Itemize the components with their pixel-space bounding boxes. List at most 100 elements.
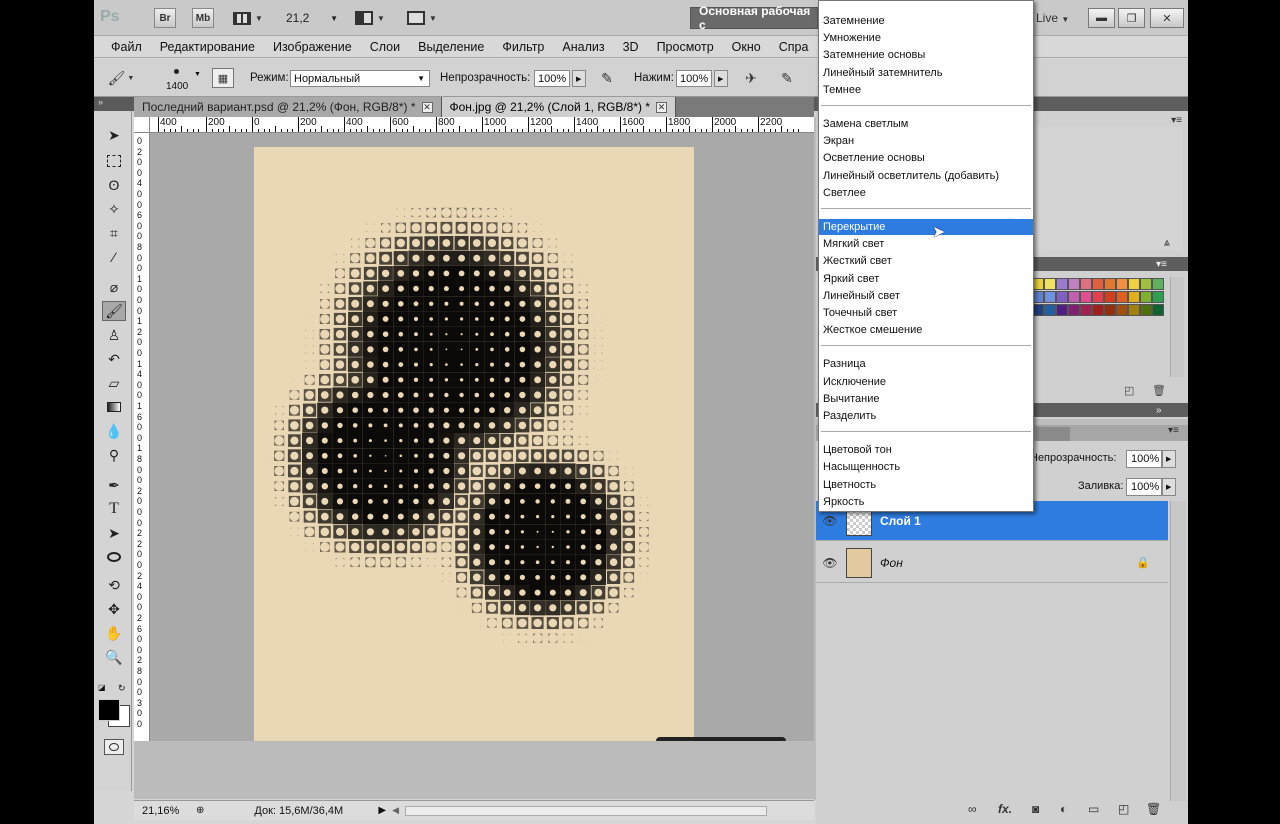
blur-tool[interactable]: 💧 (102, 421, 126, 441)
blend-mode-option[interactable]: Линейный свет (819, 288, 1033, 304)
navigator-zoom-in[interactable]: ⩓ (1130, 237, 1170, 251)
eye-icon[interactable]: 👁 (820, 511, 840, 531)
color-swatch[interactable] (1152, 304, 1164, 316)
blend-mode-option[interactable]: Темнее (819, 82, 1033, 98)
blend-mode-option[interactable]: Затемнение (819, 13, 1033, 29)
color-swatch[interactable] (1068, 291, 1080, 303)
eraser-tool[interactable]: ▱ (102, 373, 126, 393)
blend-mode-option[interactable]: Экран (819, 133, 1033, 149)
blend-mode-option[interactable]: Жесткий свет (819, 253, 1033, 269)
gradient-tool[interactable] (102, 397, 126, 417)
color-swatch[interactable] (1044, 278, 1056, 290)
trash-icon[interactable]: 🗑 (1146, 802, 1161, 816)
new-group-icon[interactable]: ▭ (1088, 802, 1099, 816)
foreground-color-swatch[interactable] (98, 699, 120, 721)
history-brush-tool[interactable]: ↶ (102, 349, 126, 369)
color-swatch[interactable] (1152, 291, 1164, 303)
menu-view[interactable]: Просмотр (648, 40, 723, 54)
size-pressure-button[interactable]: ✎ (776, 68, 798, 88)
canvas-area[interactable] (150, 133, 814, 743)
menu-file[interactable]: Файл (102, 40, 151, 54)
color-swatch[interactable] (1104, 304, 1116, 316)
add-mask-icon[interactable]: ◙ (1032, 802, 1039, 816)
color-swatch[interactable] (1092, 304, 1104, 316)
marquee-tool[interactable] (102, 151, 126, 171)
menu-image[interactable]: Изображение (264, 40, 361, 54)
new-swatch-icon[interactable]: ◰ (1124, 384, 1134, 397)
menu-filter[interactable]: Фильтр (493, 40, 553, 54)
zoom-tool[interactable]: 🔍 (102, 647, 126, 667)
blend-mode-option[interactable]: Насыщенность (819, 459, 1033, 475)
color-swatch[interactable] (1068, 278, 1080, 290)
layer-row[interactable]: 👁 Фон 🔒 (816, 543, 1168, 583)
close-window-button[interactable]: ✕ (1150, 8, 1184, 28)
color-swatch[interactable] (1104, 291, 1116, 303)
document-tab-psd[interactable]: Последний вариант.psd @ 21,2% (Фон, RGB/… (134, 97, 442, 117)
dodge-tool[interactable]: ⚲ (102, 445, 126, 465)
blend-mode-option[interactable]: Линейный затемнитель (819, 65, 1033, 81)
quick-selection-tool[interactable]: ✧ (102, 199, 126, 219)
crop-tool[interactable]: ⌗ (102, 223, 126, 243)
blend-mode-option[interactable]: Точечный свет (819, 305, 1033, 321)
minimize-button[interactable]: ▬ (1088, 8, 1115, 28)
panel-menu-button[interactable]: » (1156, 405, 1162, 416)
arrange-documents-button[interactable]: ▼ (350, 8, 390, 28)
shape-tool[interactable] (102, 547, 126, 567)
status-menu-arrow[interactable]: ▶ (378, 805, 386, 816)
screen-mode-button[interactable]: ▼ (402, 8, 442, 28)
pressure-input[interactable]: 100% (676, 70, 712, 87)
eyedropper-tool[interactable]: ⁄ (102, 247, 126, 267)
blend-mode-option[interactable]: Жесткое смешение (819, 322, 1033, 338)
3d-orbit-tool[interactable]: ✥ (102, 599, 126, 619)
blend-mode-option[interactable]: Яркость (819, 494, 1033, 510)
close-tab-icon[interactable]: ✕ (656, 101, 668, 113)
color-swatch[interactable] (1128, 304, 1140, 316)
color-swatch[interactable] (1140, 304, 1152, 316)
zoom-level-dropdown[interactable]: 21,2 ▼ (286, 9, 338, 27)
blend-mode-option[interactable]: Затемнение основы (819, 47, 1033, 63)
color-swatch[interactable] (1080, 278, 1092, 290)
default-colors-button[interactable]: ◪ (98, 683, 108, 693)
move-tool[interactable]: ➤ (102, 125, 126, 145)
blend-mode-option[interactable]: Перекрытие (819, 219, 1033, 235)
panel-menu-icon[interactable]: ▾≡ (1168, 425, 1179, 436)
bridge-button[interactable]: Br (154, 8, 176, 28)
blend-mode-option[interactable]: Исключение (819, 374, 1033, 390)
color-swatch[interactable] (1092, 291, 1104, 303)
view-extras-button[interactable]: ▼ (230, 8, 266, 28)
document-tab-jpg[interactable]: Фон.jpg @ 21,2% (Слой 1, RGB/8*) * ✕ (441, 97, 677, 117)
blend-mode-option[interactable]: Замена светлым (819, 116, 1033, 132)
blend-mode-option[interactable]: Яркий свет (819, 271, 1033, 287)
blend-mode-option[interactable]: Светлее (819, 185, 1033, 201)
workspace-switcher-button[interactable]: Основная рабочая с (690, 4, 818, 32)
color-swatch[interactable] (1104, 278, 1116, 290)
blend-mode-option[interactable]: Вычитание (819, 391, 1033, 407)
color-swatch[interactable] (1080, 291, 1092, 303)
blend-mode-select[interactable]: Нормальный ▼ (290, 70, 430, 87)
color-swatch[interactable] (1056, 304, 1068, 316)
fx-icon[interactable]: fx. (998, 802, 1012, 816)
new-layer-icon[interactable]: ◰ (1118, 802, 1129, 816)
layer-name[interactable]: Фон (880, 556, 903, 570)
ruler-origin[interactable] (134, 117, 150, 133)
color-swatch[interactable] (1140, 278, 1152, 290)
blend-mode-option[interactable]: Цветовой тон (819, 442, 1033, 458)
clone-stamp-tool[interactable]: ♙ (102, 325, 126, 345)
color-swatch[interactable] (1056, 291, 1068, 303)
horizontal-scrollbar[interactable] (405, 805, 768, 816)
blend-mode-option[interactable]: Цветность (819, 477, 1033, 493)
menu-window[interactable]: Окно (723, 40, 770, 54)
eye-icon[interactable]: 👁 (820, 553, 840, 573)
scroll-left-arrow[interactable]: ◀ (392, 805, 399, 816)
menu-3d[interactable]: 3D (614, 40, 648, 54)
blend-mode-option[interactable]: Линейный осветлитель (добавить) (819, 168, 1033, 184)
layer-fill-slider[interactable]: ▶ (1162, 478, 1176, 496)
layers-scrollbar[interactable] (1170, 501, 1186, 801)
healing-brush-tool[interactable]: ⌀ (102, 277, 126, 297)
layer-opacity-slider[interactable]: ▶ (1162, 450, 1176, 468)
3d-rotate-tool[interactable]: ⟲ (102, 575, 126, 595)
close-tab-icon[interactable]: ✕ (421, 101, 433, 113)
brush-panel-toggle[interactable]: ▦ (212, 68, 234, 88)
menu-help[interactable]: Спра (770, 40, 818, 54)
menu-edit[interactable]: Редактирование (151, 40, 264, 54)
